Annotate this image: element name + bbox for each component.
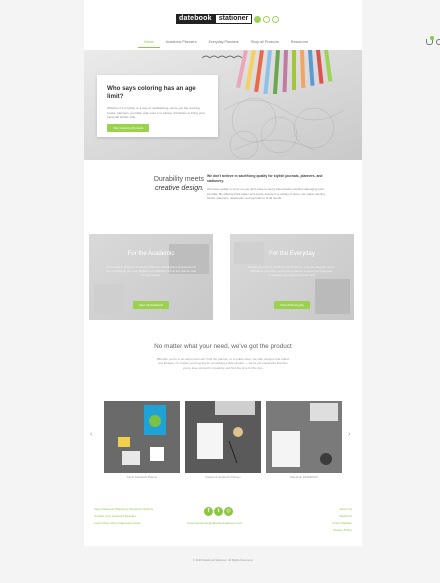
product-label[interactable]: Datebook Academic Planner bbox=[185, 475, 261, 479]
hero-section: Who says coloring has an age limit? Whet… bbox=[84, 50, 362, 160]
nav-item-home[interactable]: Home bbox=[138, 39, 160, 48]
footer-link-about[interactable]: About Us bbox=[332, 506, 352, 513]
product-label[interactable]: Junior Datebook Planner bbox=[104, 475, 180, 479]
card-everyday-title: For the Everyday bbox=[269, 251, 315, 257]
facebook-icon[interactable]: f bbox=[204, 507, 213, 516]
footer-link-media[interactable]: Media Kit bbox=[332, 513, 352, 520]
logo-text-part1: datebook bbox=[176, 14, 215, 24]
logo-dot-icon bbox=[272, 15, 280, 23]
footer-link[interactable]: Contact your preferred Reseller bbox=[94, 513, 153, 520]
durability-title-line1: Durability meets bbox=[153, 176, 204, 183]
footer-link[interactable]: Learn More About Datebook Inside bbox=[94, 520, 153, 527]
product-image[interactable] bbox=[266, 401, 342, 473]
audience-cards: For the Academic From student planners t… bbox=[84, 230, 362, 330]
copyright: © 2019 Datebook Stationer. All Rights Re… bbox=[192, 558, 254, 562]
product-carousel: ‹ › Junior Datebook Planner Datebook Aca… bbox=[84, 396, 362, 486]
hero-text: Whether it's a hobby or a way of multita… bbox=[107, 106, 205, 120]
footer-links-right: About Us Media Kit Find a Retailer Priva… bbox=[332, 506, 352, 534]
product-image[interactable] bbox=[185, 401, 261, 473]
logo-dot-icon bbox=[254, 15, 262, 23]
durability-title-line2: creative design. bbox=[154, 185, 204, 192]
site-footer: View Datebook Stationery Checkout Option… bbox=[84, 486, 362, 562]
site-header: datebook stationer Home Academic Planner… bbox=[84, 0, 440, 50]
contact-email[interactable]: customerservice@datebookstationer.com bbox=[187, 521, 242, 525]
durability-body: We don't believe in sacrificing quality … bbox=[207, 174, 327, 200]
twitter-icon[interactable]: t bbox=[214, 507, 223, 516]
footer-link[interactable]: View Datebook Stationery Checkout Option… bbox=[94, 506, 153, 513]
card-everyday-text: Maybe you need a month-to-month plan or … bbox=[248, 265, 336, 278]
page: datebook stationer Home Academic Planner… bbox=[0, 0, 440, 583]
chevron-left-icon[interactable]: ‹ bbox=[90, 431, 92, 438]
card-academic-text: From student planners to teacher planner… bbox=[106, 265, 196, 278]
product-intro-title: No matter what your need, we've got the … bbox=[154, 343, 292, 350]
search-icon[interactable] bbox=[436, 39, 440, 45]
durability-section: Durability meets creative design. We don… bbox=[84, 160, 362, 230]
cart-badge bbox=[430, 36, 434, 40]
product-intro-section: No matter what your need, we've got the … bbox=[84, 330, 362, 396]
logo[interactable]: datebook stationer bbox=[176, 14, 280, 24]
product-image[interactable] bbox=[104, 401, 180, 473]
card-everyday: For the Everyday Maybe you need a month-… bbox=[230, 234, 354, 320]
product-intro-text: Whether you're in an airport and can't f… bbox=[156, 357, 290, 370]
durability-lead: We don't believe in sacrificing quality … bbox=[207, 174, 323, 183]
logo-dot-icon bbox=[263, 15, 271, 23]
view-everyday-button[interactable]: View All Everyday bbox=[274, 301, 310, 309]
view-academic-button[interactable]: View All Academic bbox=[132, 301, 170, 309]
card-academic: For the Academic From student planners t… bbox=[89, 234, 213, 320]
hero-title: Who says coloring has an age limit? bbox=[107, 85, 196, 100]
nav-item-shop[interactable]: Shop all Products bbox=[245, 39, 285, 45]
instagram-icon[interactable]: ◎ bbox=[224, 507, 233, 516]
logo-text-part2: stationer bbox=[214, 14, 253, 24]
footer-links-left: View Datebook Stationery Checkout Option… bbox=[94, 506, 153, 527]
nav-item-resources[interactable]: Resources bbox=[285, 39, 314, 45]
nav-item-everyday[interactable]: Everyday Planners bbox=[203, 39, 245, 45]
main-nav: Home Academic Planners Everyday Planners… bbox=[138, 39, 314, 48]
footer-link-privacy[interactable]: Privacy Policy bbox=[332, 527, 352, 534]
visit-coloring-button[interactable]: Visit Coloring Products bbox=[107, 124, 150, 132]
card-academic-title: For the Academic bbox=[127, 251, 175, 257]
product-label[interactable]: Datebook DATEBOOK bbox=[266, 475, 342, 479]
social-links: f t ◎ bbox=[204, 507, 233, 516]
durability-title: Durability meets creative design. bbox=[124, 175, 204, 193]
nav-item-academic[interactable]: Academic Planners bbox=[160, 39, 203, 45]
footer-link-retailer[interactable]: Find a Retailer bbox=[332, 520, 352, 527]
durability-text: We know quality is more so you don't hav… bbox=[207, 187, 325, 200]
chevron-right-icon[interactable]: › bbox=[348, 431, 350, 438]
hero-card: Who says coloring has an age limit? Whet… bbox=[97, 75, 218, 137]
